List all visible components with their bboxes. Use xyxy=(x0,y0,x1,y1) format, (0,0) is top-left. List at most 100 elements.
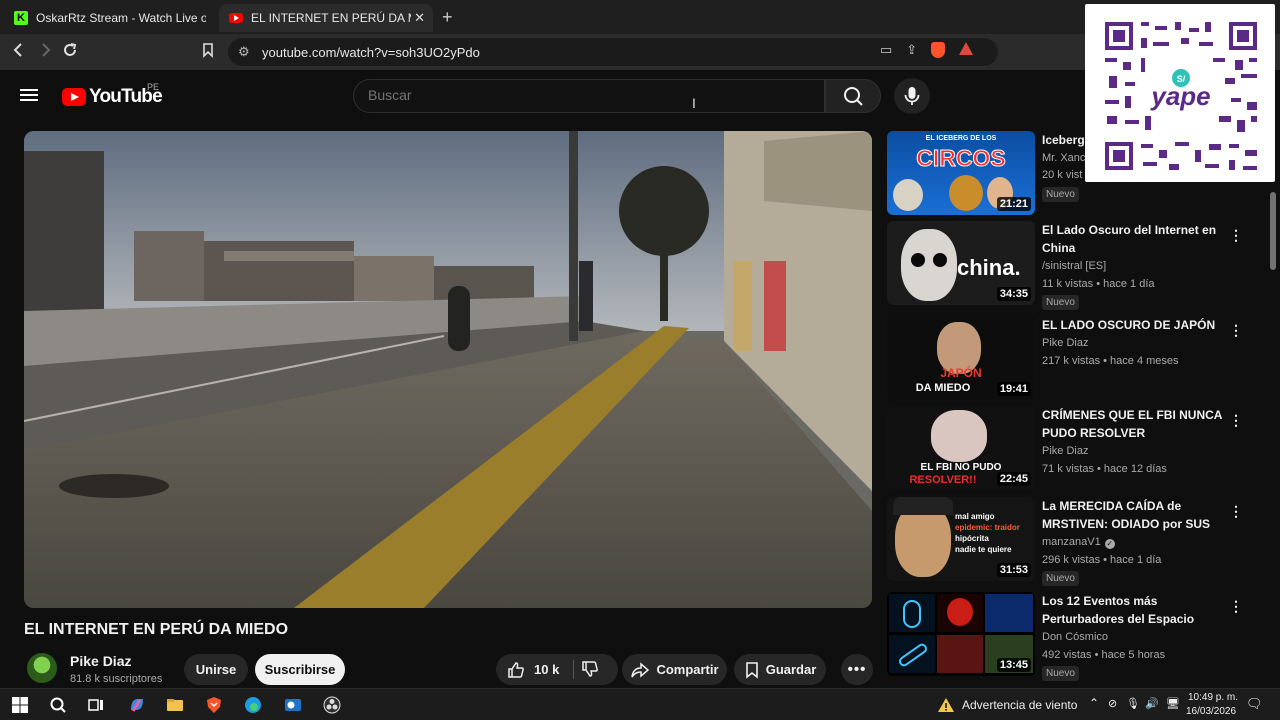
bookmark-icon xyxy=(203,43,213,58)
video-player[interactable] xyxy=(24,131,872,608)
duration-badge: 19:41 xyxy=(996,382,1031,396)
thumbnail-text: hipócrita xyxy=(955,534,989,543)
country-code: PE xyxy=(147,82,160,92)
view-meta: 20 k vist xyxy=(1042,169,1083,181)
back-button[interactable] xyxy=(12,42,26,63)
more-vertical-icon[interactable]: ⋮ xyxy=(1229,412,1243,429)
edge-browser-icon[interactable] xyxy=(244,696,262,714)
notifications-icon[interactable]: 🗨 xyxy=(1246,696,1263,712)
weather-status[interactable]: Advertencia de viento xyxy=(962,698,1077,712)
view-meta: 296 k vistas • hace 1 día xyxy=(1042,554,1162,566)
search-icon[interactable] xyxy=(49,696,67,714)
more-vertical-icon[interactable]: ⋮ xyxy=(1229,503,1243,520)
hamburger-menu-icon[interactable] xyxy=(20,86,38,106)
channel-name[interactable]: /sinistral [ES] xyxy=(1042,260,1106,272)
list-item[interactable]: mal amigo epidemic: traidor hipócrita na… xyxy=(887,497,1257,586)
copilot-icon[interactable] xyxy=(128,696,146,714)
video-title[interactable]: CRÍMENES QUE EL FBI NUNCA PUDO RESOLVER xyxy=(1042,406,1222,442)
file-explorer-icon[interactable] xyxy=(166,696,184,714)
video-thumbnail[interactable]: EL ICEBERG DE LOS CIRCOS 21:21 xyxy=(887,131,1035,215)
url-text: youtube.com/watch?v=soh3UO2yPdo xyxy=(262,45,480,60)
duration-badge: 13:45 xyxy=(996,658,1031,672)
more-vertical-icon[interactable]: ⋮ xyxy=(1229,322,1243,339)
new-tab-button[interactable]: + xyxy=(442,7,453,28)
thumbnail-text: china. xyxy=(957,255,1021,280)
video-thumbnail[interactable]: mal amigo epidemic: traidor hipócrita na… xyxy=(887,497,1035,581)
obs-studio-icon[interactable] xyxy=(323,696,341,714)
new-badge: Nuevo xyxy=(1042,295,1079,310)
close-icon[interactable]: ✕ xyxy=(414,10,425,26)
sidebar-scrollbar[interactable] xyxy=(1270,192,1276,270)
windows-start-icon[interactable] xyxy=(11,696,29,714)
youtube-play-icon xyxy=(62,88,86,106)
verified-icon: ✓ xyxy=(1104,539,1115,549)
list-item[interactable]: 13:45 Los 12 Eventos más Perturbadores d… xyxy=(887,592,1257,681)
site-settings-icon[interactable]: ⚙ xyxy=(238,44,250,60)
list-item[interactable]: JAPÓN DA MIEDO 19:41 EL LADO OSCURO DE J… xyxy=(887,316,1257,400)
tab-kick-stream[interactable]: K OskarRtz Stream - Watch Live on Kick xyxy=(4,4,216,32)
network-icon[interactable]: 🖥 xyxy=(1166,697,1180,710)
reload-button[interactable] xyxy=(62,42,78,63)
volume-icon[interactable]: 🔊 xyxy=(1145,697,1159,710)
thumbnail-text: epidemic: traidor xyxy=(955,523,1020,532)
video-thumbnail[interactable]: 13:45 xyxy=(887,592,1035,676)
bookmark-button[interactable] xyxy=(201,42,215,63)
voice-search-button[interactable] xyxy=(894,78,930,114)
search-button[interactable] xyxy=(825,79,881,113)
video-title[interactable]: El Lado Oscuro del Internet en China xyxy=(1042,221,1222,257)
more-vertical-icon[interactable]: ⋮ xyxy=(1229,227,1243,244)
share-icon[interactable]: ⇪ xyxy=(906,42,917,58)
channel-name-text: manzanaV1 xyxy=(1042,536,1101,548)
outlook-icon[interactable] xyxy=(284,696,302,714)
task-view-icon[interactable] xyxy=(87,696,105,714)
list-item[interactable]: china. 34:35 El Lado Oscuro del Internet… xyxy=(887,221,1257,310)
thumbnail-text: nadie te quiere xyxy=(955,545,1012,554)
video-title: EL INTERNET EN PERÚ DA MIEDO xyxy=(24,621,289,638)
share-button[interactable]: Compartir xyxy=(622,654,727,685)
clock-time[interactable]: 10:49 p. m. xyxy=(1188,692,1238,703)
search-box xyxy=(353,79,825,113)
channel-name[interactable]: manzanaV1 ✓ xyxy=(1042,536,1115,549)
channel-name[interactable]: Pike Diaz xyxy=(1042,337,1088,349)
thumbnail-text: EL ICEBERG DE LOS xyxy=(925,135,997,142)
cast-icon[interactable]: ▭ xyxy=(880,42,892,58)
like-button[interactable]: 10 k xyxy=(506,660,559,680)
video-thumbnail[interactable]: EL FBI NO PUDO RESOLVER!! 22:45 xyxy=(887,406,1035,490)
chevron-right-icon xyxy=(42,43,51,57)
avatar[interactable] xyxy=(27,653,57,683)
chevron-up-icon[interactable]: ⌃ xyxy=(1089,696,1099,710)
channel-name[interactable]: Don Cósmico xyxy=(1042,631,1108,643)
forward-button[interactable] xyxy=(38,42,52,63)
tab-label: OskarRtz Stream - Watch Live on Kick xyxy=(36,11,206,25)
channel-name[interactable]: Mr. Xanc xyxy=(1042,152,1085,164)
yape-qr-code: yape S/ xyxy=(1085,4,1275,182)
video-thumbnail[interactable]: JAPÓN DA MIEDO 19:41 xyxy=(887,316,1035,400)
microphone-icon[interactable]: 🎙 xyxy=(1126,697,1140,710)
brave-shields-icon[interactable] xyxy=(931,42,946,58)
list-item[interactable]: EL FBI NO PUDO RESOLVER!! 22:45 CRÍMENES… xyxy=(887,406,1257,490)
join-button[interactable]: Unirse xyxy=(184,654,248,685)
video-thumbnail[interactable]: china. 34:35 xyxy=(887,221,1035,305)
video-title[interactable]: La MERECIDA CAÍDA de MRSTIVEN: ODIADO po… xyxy=(1042,497,1222,533)
more-vertical-icon[interactable]: ⋮ xyxy=(1229,598,1243,615)
onedrive-icon[interactable]: ⊘ xyxy=(1108,697,1117,710)
save-button[interactable]: Guardar xyxy=(734,654,826,685)
weather-warning-icon[interactable] xyxy=(937,696,955,714)
duration-badge: 31:53 xyxy=(996,563,1031,577)
browser-extension-icons: ▭ ⇪ xyxy=(880,42,974,58)
tab-youtube-video[interactable]: EL INTERNET EN PERÚ DA MIEDO ✕ xyxy=(219,4,433,32)
video-title[interactable]: EL LADO OSCURO DE JAPÓN xyxy=(1042,316,1222,334)
chevron-left-icon xyxy=(13,43,22,57)
more-horizontal-icon: ••• xyxy=(847,661,867,678)
save-label: Guardar xyxy=(765,662,817,677)
search-input[interactable] xyxy=(368,87,808,103)
brave-browser-icon[interactable] xyxy=(205,696,223,714)
clock-date[interactable]: 16/03/2026 xyxy=(1186,706,1236,717)
more-actions-button[interactable]: ••• xyxy=(841,654,873,685)
subscribe-button[interactable]: Suscribirse xyxy=(255,654,345,685)
channel-name[interactable]: Pike Diaz xyxy=(1042,445,1088,457)
brave-rewards-icon[interactable] xyxy=(959,42,974,55)
channel-name[interactable]: Pike Diaz xyxy=(70,653,131,669)
dislike-button[interactable] xyxy=(580,659,600,682)
video-title[interactable]: Los 12 Eventos más Perturbadores del Esp… xyxy=(1042,592,1222,628)
